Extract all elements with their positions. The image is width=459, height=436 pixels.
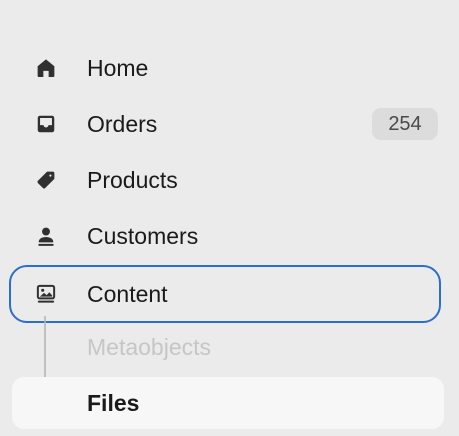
sidebar-subitem-metaobjects[interactable]: Metaobjects bbox=[12, 322, 444, 372]
sidebar-item-label: Home bbox=[87, 55, 149, 81]
content-icon bbox=[33, 281, 59, 307]
person-icon bbox=[33, 223, 59, 249]
sidebar-item-label: Content bbox=[87, 281, 168, 307]
sidebar-item-content[interactable]: Content bbox=[9, 265, 441, 323]
orders-count-badge: 254 bbox=[372, 108, 438, 140]
sidebar-item-orders[interactable]: Orders 254 bbox=[12, 99, 444, 149]
sidebar-item-label: Orders bbox=[87, 111, 158, 137]
sidebar-item-label: Customers bbox=[87, 223, 199, 249]
sidebar-subitem-label: Files bbox=[87, 390, 140, 416]
sidebar-item-products[interactable]: Products bbox=[12, 155, 444, 205]
sidebar-subitem-files[interactable]: Files bbox=[12, 377, 444, 429]
tag-icon bbox=[33, 167, 59, 193]
sidebar-item-customers[interactable]: Customers bbox=[12, 211, 444, 261]
sidebar-subitem-label: Metaobjects bbox=[87, 334, 212, 360]
inbox-icon bbox=[33, 111, 59, 137]
sidebar-item-home[interactable]: Home bbox=[12, 43, 444, 93]
sidebar-nav: Home Orders 254 Products Customers Conte… bbox=[0, 0, 459, 436]
sidebar-item-label: Products bbox=[87, 167, 178, 193]
home-icon bbox=[33, 55, 59, 81]
